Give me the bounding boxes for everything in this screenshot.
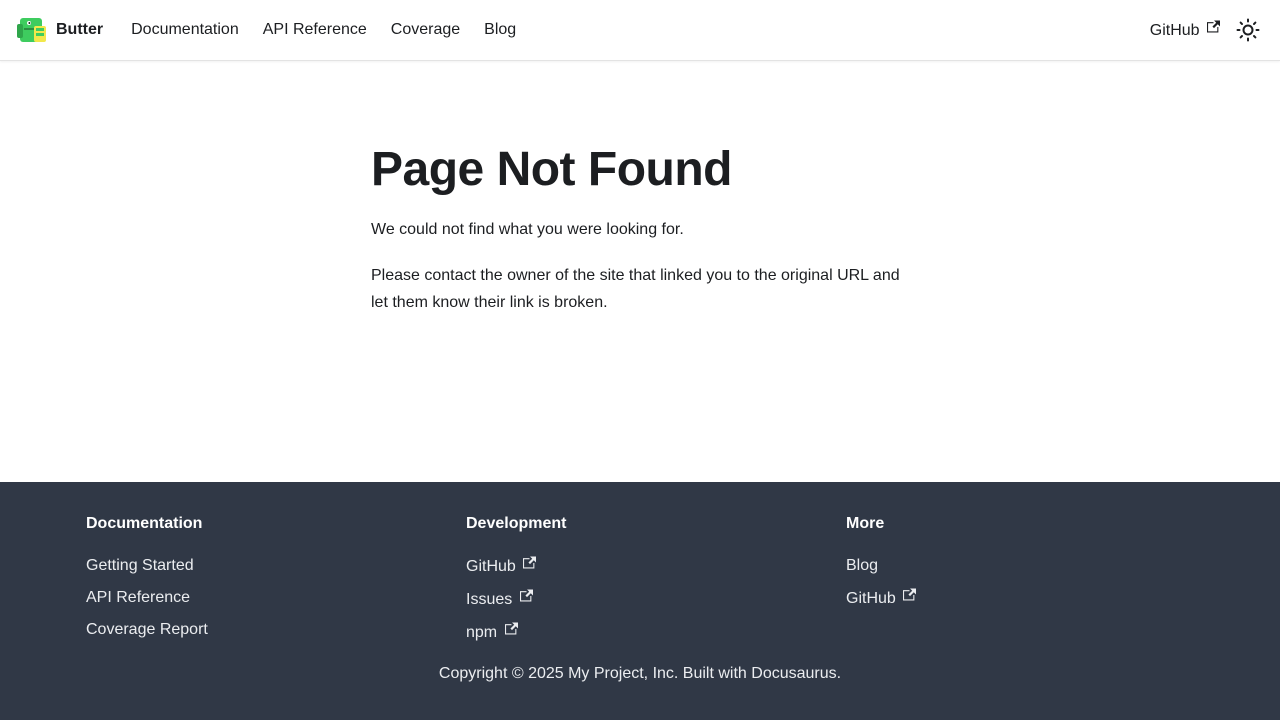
nav-link-coverage[interactable]: Coverage [379, 17, 472, 43]
nav-right: GitHub [1138, 14, 1264, 46]
nav-links: Documentation API Reference Coverage Blo… [119, 17, 528, 43]
footer-columns: Documentation Getting Started API Refere… [86, 514, 1226, 655]
sun-icon [1236, 18, 1260, 42]
nav-link-blog[interactable]: Blog [472, 17, 528, 43]
nav-link-documentation[interactable]: Documentation [119, 17, 251, 43]
nav-link-github[interactable]: GitHub [1138, 16, 1226, 44]
footer-link-getting-started[interactable]: Getting Started [86, 557, 194, 574]
page-title: Page Not Found [371, 143, 732, 196]
brand-link[interactable]: Butter [16, 14, 103, 46]
theme-toggle-button[interactable] [1232, 14, 1264, 46]
copyright-text: Copyright © 2025 My Project, Inc. Built … [438, 665, 842, 682]
brand-title: Butter [56, 21, 104, 38]
external-link-icon [504, 622, 518, 635]
footer-column-development: Development GitHub Issues npm [466, 514, 846, 655]
footer-link-blog[interactable]: Blog [846, 557, 878, 574]
footer-link-label: GitHub [846, 590, 896, 607]
footer-link-npm[interactable]: npm [466, 622, 518, 641]
external-link-icon [519, 589, 533, 602]
footer-link-api-reference[interactable]: API Reference [86, 589, 190, 606]
footer: Documentation Getting Started API Refere… [0, 482, 1280, 720]
not-found-message: We could not find what you were looking … [371, 221, 684, 238]
footer-link-label: Issues [466, 591, 513, 608]
not-found-content: Page Not Found We could not find what yo… [371, 140, 911, 335]
navbar: Butter Documentation API Reference Cover… [0, 0, 1280, 61]
nav-link-api-reference[interactable]: API Reference [251, 17, 379, 43]
footer-link-label: GitHub [466, 558, 516, 575]
footer-link-github[interactable]: GitHub [846, 588, 917, 607]
dinosaur-logo-icon [17, 18, 46, 42]
footer-column-title: Development [466, 515, 567, 532]
footer-link-label: npm [466, 624, 498, 641]
external-link-icon [1207, 20, 1220, 33]
footer-column-more: More Blog GitHub [846, 514, 1226, 655]
footer-link-list: Blog GitHub [846, 556, 1226, 609]
footer-column-title: More [846, 515, 885, 532]
footer-column-title: Documentation [86, 515, 203, 532]
contact-owner-message: Please contact the owner of the site tha… [371, 267, 900, 311]
github-label: GitHub [1149, 22, 1200, 39]
footer-link-list: GitHub Issues npm [466, 556, 846, 643]
external-link-icon [523, 556, 537, 569]
footer-link-list: Getting Started API Reference Coverage R… [86, 556, 466, 640]
external-link-icon [903, 588, 917, 601]
footer-column-documentation: Documentation Getting Started API Refere… [86, 514, 466, 655]
footer-link-github[interactable]: GitHub [466, 556, 537, 575]
footer-link-coverage-report[interactable]: Coverage Report [86, 621, 208, 638]
footer-link-issues[interactable]: Issues [466, 589, 533, 608]
